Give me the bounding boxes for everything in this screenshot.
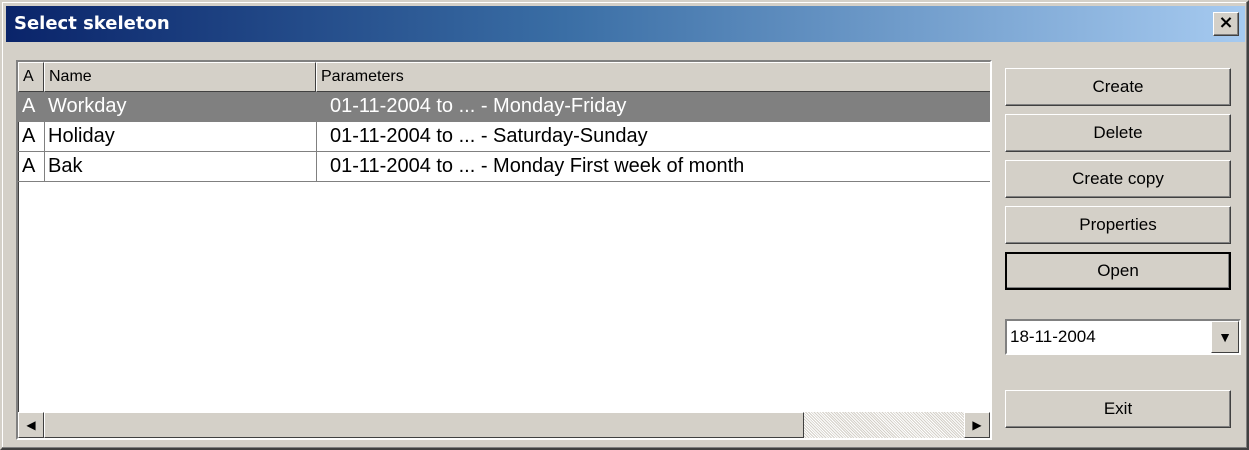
column-divider [44, 92, 45, 182]
row-name: Holiday [48, 125, 115, 147]
column-divider [316, 92, 317, 182]
column-header-parameters[interactable]: Parameters [316, 62, 990, 92]
row-divider [18, 121, 990, 122]
title-bar[interactable]: Select skeleton × [6, 6, 1245, 42]
row-attribute: A [22, 95, 36, 117]
delete-button[interactable]: Delete [1005, 114, 1231, 152]
scrollbar-thumb[interactable] [44, 412, 804, 438]
dialog-title: Select skeleton [14, 13, 170, 34]
date-dropdown-button[interactable]: ▼ [1211, 321, 1239, 353]
column-header-name[interactable]: Name [44, 62, 316, 92]
row-attribute: A [22, 125, 36, 147]
date-select-value: 18-11-2004 [1010, 327, 1096, 346]
properties-button[interactable]: Properties [1005, 206, 1231, 244]
open-button[interactable]: Open [1005, 252, 1231, 290]
row-name: Workday [48, 95, 127, 117]
horizontal-scrollbar[interactable]: ◀ ▶ [18, 412, 990, 438]
scroll-right-button[interactable]: ▶ [964, 412, 990, 438]
scrollbar-track[interactable] [804, 412, 964, 438]
list-header: A Name Parameters [18, 62, 990, 92]
list-row-bak[interactable]: A Bak 01-11-2004 to ... - Monday First w… [18, 152, 990, 181]
arrow-left-icon: ◀ [26, 418, 36, 432]
create-copy-button[interactable]: Create copy [1005, 160, 1231, 198]
close-icon: × [1218, 12, 1234, 33]
exit-button[interactable]: Exit [1005, 390, 1231, 428]
row-parameters: 01-11-2004 to ... - Saturday-Sunday [330, 125, 648, 147]
row-name: Bak [48, 155, 83, 177]
row-divider [18, 181, 990, 182]
row-divider [18, 151, 990, 152]
chevron-down-icon: ▼ [1218, 329, 1232, 345]
scroll-left-button[interactable]: ◀ [18, 412, 44, 438]
row-attribute: A [22, 155, 36, 177]
column-header-a[interactable]: A [18, 62, 44, 92]
skeleton-list[interactable]: A Name Parameters A Workday 01-11-2004 t… [16, 60, 992, 440]
row-parameters: 01-11-2004 to ... - Monday First week of… [330, 155, 745, 177]
close-button[interactable]: × [1213, 12, 1239, 36]
select-skeleton-dialog: Select skeleton × A Name Parameters A Wo… [0, 0, 1249, 450]
arrow-right-icon: ▶ [972, 418, 982, 432]
list-row-holiday[interactable]: A Holiday 01-11-2004 to ... - Saturday-S… [18, 122, 990, 151]
date-select[interactable]: 18-11-2004 ▼ [1005, 319, 1241, 355]
list-row-workday[interactable]: A Workday 01-11-2004 to ... - Monday-Fri… [18, 92, 990, 121]
row-parameters: 01-11-2004 to ... - Monday-Friday [330, 95, 627, 117]
create-button[interactable]: Create [1005, 68, 1231, 106]
